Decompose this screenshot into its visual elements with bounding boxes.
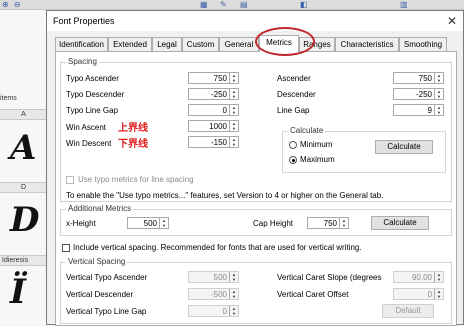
close-icon[interactable]: ✕ [447,14,457,28]
vertical-typo-line-gap-input[interactable]: 0 ▲ ▼ [188,305,239,317]
tab-custom[interactable]: Custom [182,37,219,51]
glyph-column-header: Idieresis [0,255,47,266]
maximum-label: Maximum [300,155,335,164]
vertical-caret-offset-input[interactable]: 0 ▲ ▼ [393,288,444,300]
toolbar-icon[interactable]: ▥ [400,0,408,10]
background-toolbar: ⊕ ⊖ ▦ ✎ ▤ ◧ ▥ [0,0,464,10]
tab-extended[interactable]: Extended [108,37,152,51]
spin-arrows-icon[interactable]: ▲ ▼ [159,218,168,228]
calculate-group-title: Calculate [288,126,326,135]
vertical-typo-ascender-label: Vertical Typo Ascender [66,273,148,282]
typo-line-gap-label: Typo Line Gap [66,106,119,115]
win-descent-label: Win Descent [66,139,112,148]
spin-arrows-icon[interactable]: ▲ ▼ [434,89,443,99]
metrics-panel: Spacing Typo Ascender 750 ▲ ▼ Typo Descend… [55,51,457,326]
spin-arrows-icon[interactable]: ▲ ▼ [434,289,443,299]
typo-descender-label: Typo Descender [66,90,125,99]
dialog-title: Font Properties [53,16,115,26]
include-vertical-checkbox[interactable] [62,244,70,252]
toolbar-icon[interactable]: ◧ [300,0,308,10]
spin-arrows-icon[interactable]: ▲ ▼ [229,73,238,83]
version-hint: To enable the "Use typo metrics..." feat… [66,191,384,200]
ascender-input[interactable]: 750 ▲ ▼ [393,72,444,84]
x-height-label: x-Height [66,219,96,228]
spin-arrows-icon[interactable]: ▲ ▼ [229,121,238,131]
typo-ascender-label: Typo Ascender [66,74,119,83]
vertical-caret-slope-input[interactable]: 90.00 ▲ ▼ [393,271,444,283]
ascender-label: Ascender [277,74,311,83]
cap-height-label: Cap Height [253,219,294,228]
include-vertical-label: Include vertical spacing. Recommended fo… [73,243,362,252]
toolbar-icon[interactable]: ▦ [200,0,208,10]
zoom-out-icon[interactable]: ⊖ [14,0,21,10]
x-height-input[interactable]: 500 ▲ ▼ [127,217,169,229]
spin-arrows-icon[interactable]: ▲ ▼ [434,272,443,282]
minimum-radio[interactable] [289,141,297,149]
spin-arrows-icon[interactable]: ▲ ▼ [434,73,443,83]
spin-arrows-icon[interactable]: ▲ ▼ [229,306,238,316]
glyph-cell[interactable]: Ï [10,272,26,312]
vertical-spacing-title: Vertical Spacing [66,257,128,266]
glyph-column-header: D [0,182,47,193]
vertical-descender-label: Vertical Descender [66,290,134,299]
tab-general[interactable]: General [219,37,259,51]
tab-identification[interactable]: Identification [55,37,108,51]
line-gap-label: Line Gap [277,106,310,115]
win-ascent-label: Win Ascent [66,123,107,132]
glyph-cell[interactable]: D [10,200,39,240]
vertical-typo-ascender-input[interactable]: 500 ▲ ▼ [188,271,239,283]
use-typo-metrics-label: Use typo metrics for line spacing [78,175,194,184]
spacing-group: Spacing Typo Ascender 750 ▲ ▼ Typo Descend… [60,57,452,202]
win-ascent-input[interactable]: 1000 ▲ ▼ [188,120,239,132]
additional-metrics-title: Additional Metrics [66,204,134,213]
vertical-caret-offset-label: Vertical Caret Offset [277,290,349,299]
spin-arrows-icon[interactable]: ▲ ▼ [229,105,238,115]
calculate-group: Calculate Minimum Maximum Calculate [282,126,446,173]
tab-metrics[interactable]: Metrics [259,35,299,52]
spin-arrows-icon[interactable]: ▲ ▼ [434,105,443,115]
default-button[interactable]: Default [382,304,434,318]
vertical-typo-line-gap-label: Vertical Typo Line Gap [66,307,147,316]
font-properties-dialog: Font Properties ✕ Identification Extende… [46,10,464,326]
glyph-panel: items A A D D Idieresis Ï [0,10,47,325]
zoom-in-icon[interactable]: ⊕ [2,0,9,10]
vertical-descender-input[interactable]: -500 ▲ ▼ [188,288,239,300]
tab-legal[interactable]: Legal [152,37,182,51]
glyph-column-header: A [0,109,47,120]
glyph-cell[interactable]: A [10,128,36,168]
toolbar-icon[interactable]: ▤ [240,0,248,10]
spacing-group-title: Spacing [66,57,99,66]
items-label: items [0,95,17,102]
calculate-spacing-button[interactable]: Calculate [375,140,433,154]
spin-arrows-icon[interactable]: ▲ ▼ [229,137,238,147]
win-descent-input[interactable]: -150 ▲ ▼ [188,136,239,148]
typo-ascender-input[interactable]: 750 ▲ ▼ [188,72,239,84]
calculate-additional-button[interactable]: Calculate [371,216,429,230]
vertical-spacing-group: Vertical Spacing Vertical Typo Ascender … [60,257,452,324]
additional-metrics-group: Additional Metrics x-Height 500 ▲ ▼ Cap He… [60,204,452,236]
win-descent-note: 下界线 [118,139,148,150]
line-gap-input[interactable]: 9 ▲ ▼ [393,104,444,116]
spin-arrows-icon[interactable]: ▲ ▼ [339,218,348,228]
dialog-titlebar: Font Properties ✕ [47,11,463,31]
use-typo-metrics-checkbox[interactable] [66,176,74,184]
typo-line-gap-input[interactable]: 0 ▲ ▼ [188,104,239,116]
maximum-radio[interactable] [289,156,297,164]
descender-label: Descender [277,90,316,99]
cap-height-input[interactable]: 750 ▲ ▼ [307,217,349,229]
tab-smoothing[interactable]: Smoothing [399,37,447,51]
minimum-label: Minimum [300,140,333,149]
spin-arrows-icon[interactable]: ▲ ▼ [229,289,238,299]
spin-arrows-icon[interactable]: ▲ ▼ [229,89,238,99]
descender-input[interactable]: -250 ▲ ▼ [393,88,444,100]
toolbar-icon[interactable]: ✎ [220,0,227,10]
vertical-caret-slope-label: Vertical Caret Slope (degrees [277,273,382,282]
win-ascent-note: 上界线 [118,123,148,134]
tab-characteristics[interactable]: Characteristics [335,37,399,51]
spin-arrows-icon[interactable]: ▲ ▼ [229,272,238,282]
tab-ranges[interactable]: Ranges [299,37,335,51]
typo-descender-input[interactable]: -250 ▲ ▼ [188,88,239,100]
